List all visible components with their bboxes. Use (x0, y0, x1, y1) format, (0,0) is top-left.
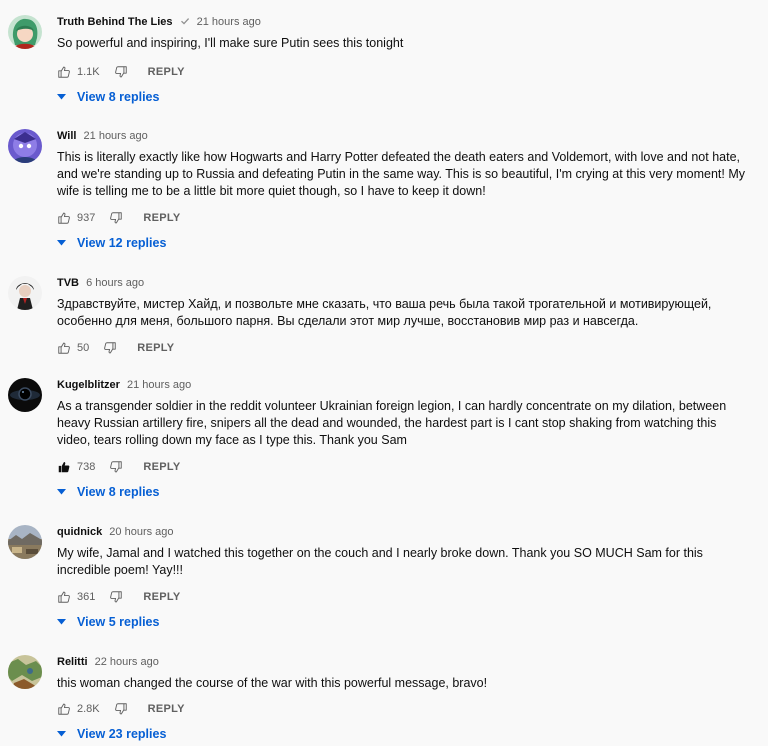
comment: TVB 6 hours ago Здравствуйте, мистер Хай… (0, 276, 768, 366)
comment-timestamp[interactable]: 21 hours ago (127, 379, 191, 391)
caret-down-icon (57, 240, 66, 246)
like-count: 2.8K (77, 703, 100, 715)
comments-list: Truth Behind The Lies 21 hours ago So po… (0, 0, 768, 746)
verified-check-icon (180, 18, 189, 25)
comment-timestamp[interactable]: 6 hours ago (86, 277, 144, 289)
thumbs-down-icon (114, 66, 127, 78)
comment-author[interactable]: quidnick (57, 526, 102, 538)
dislike-button[interactable] (109, 211, 123, 225)
reply-button[interactable]: REPLY (143, 591, 180, 603)
like-button[interactable] (57, 65, 71, 79)
comment-timestamp[interactable]: 20 hours ago (109, 526, 173, 538)
reply-button[interactable]: REPLY (137, 342, 174, 354)
reply-button[interactable]: REPLY (143, 212, 180, 224)
like-count: 738 (77, 461, 96, 473)
comment-timestamp[interactable]: 21 hours ago (84, 130, 148, 142)
thumbs-up-filled-icon (58, 462, 70, 473)
comment-actions: 937 REPLY (57, 210, 181, 226)
comment: Will 21 hours ago This is literally exac… (0, 129, 768, 264)
comment-text: This is literally exactly like how Hogwa… (57, 150, 745, 198)
comment-actions: 361 REPLY (57, 589, 181, 605)
like-count: 50 (77, 342, 90, 354)
view-replies-label: View 8 replies (77, 485, 160, 499)
like-button[interactable] (57, 341, 71, 355)
avatar[interactable] (8, 655, 42, 689)
view-replies-button[interactable]: View 5 replies (57, 614, 159, 630)
thumbs-down-icon (104, 342, 116, 354)
comment-author[interactable]: Will (57, 130, 76, 142)
comment-text: My wife, Jamal and I watched this togeth… (57, 546, 703, 577)
thumbs-up-icon (58, 591, 70, 603)
avatar[interactable] (8, 15, 42, 49)
avatar[interactable] (8, 276, 42, 310)
comment: Kugelblitzer 21 hours ago As a transgend… (0, 378, 768, 513)
comment-actions: 738 REPLY (57, 459, 181, 475)
comment-actions: 50 REPLY (57, 340, 174, 356)
dislike-button[interactable] (109, 590, 123, 604)
view-replies-label: View 8 replies (77, 90, 160, 104)
like-button[interactable] (57, 211, 71, 225)
view-replies-label: View 12 replies (77, 236, 167, 250)
view-replies-button[interactable]: View 23 replies (57, 726, 166, 742)
comment-author[interactable]: Relitti (57, 656, 88, 668)
like-button[interactable] (57, 590, 71, 604)
avatar[interactable] (8, 525, 42, 559)
view-replies-button[interactable]: View 8 replies (57, 89, 159, 105)
thumbs-down-icon (110, 461, 123, 473)
thumbs-down-icon (110, 591, 123, 603)
like-count: 1.1K (77, 66, 100, 78)
comment-text: So powerful and inspiring, I'll make sur… (57, 36, 404, 50)
thumbs-up-icon (58, 66, 70, 78)
comment: Truth Behind The Lies 21 hours ago So po… (0, 15, 768, 115)
comment-timestamp[interactable]: 22 hours ago (95, 656, 159, 668)
comment-actions: 1.1K REPLY (57, 64, 185, 80)
dislike-button[interactable] (114, 702, 128, 716)
caret-down-icon (57, 619, 66, 625)
like-count: 937 (77, 212, 96, 224)
avatar[interactable] (8, 129, 42, 163)
comment-timestamp[interactable]: 21 hours ago (197, 16, 261, 28)
comment-author[interactable]: TVB (57, 277, 79, 289)
like-button-active[interactable] (57, 460, 71, 474)
caret-down-icon (57, 731, 66, 737)
comment-actions: 2.8K REPLY (57, 701, 185, 717)
comment-author[interactable]: Truth Behind The Lies (57, 16, 173, 28)
dislike-button[interactable] (114, 65, 128, 79)
thumbs-down-icon (110, 212, 123, 224)
comment-text: this woman changed the course of the war… (57, 676, 488, 690)
reply-button[interactable]: REPLY (143, 461, 180, 473)
thumbs-up-icon (58, 703, 70, 715)
like-count: 361 (77, 591, 96, 603)
reply-button[interactable]: REPLY (148, 66, 185, 78)
comment-text: Здравствуйте, мистер Хайд, и позвольте м… (57, 297, 712, 328)
caret-down-icon (57, 94, 66, 100)
comment-text: As a transgender soldier in the reddit v… (57, 399, 727, 447)
view-replies-label: View 5 replies (77, 615, 160, 629)
dislike-button[interactable] (103, 341, 117, 355)
view-replies-button[interactable]: View 8 replies (57, 484, 159, 500)
caret-down-icon (57, 489, 66, 495)
comment-author[interactable]: Kugelblitzer (57, 379, 120, 391)
thumbs-up-icon (58, 342, 70, 354)
comment: Relitti 22 hours ago this woman changed … (0, 655, 768, 746)
thumbs-up-icon (58, 212, 70, 224)
view-replies-button[interactable]: View 12 replies (57, 235, 166, 251)
thumbs-down-icon (114, 703, 127, 715)
avatar[interactable] (8, 378, 42, 412)
like-button[interactable] (57, 702, 71, 716)
comment: quidnick 20 hours ago My wife, Jamal and… (0, 525, 768, 637)
dislike-button[interactable] (109, 460, 123, 474)
reply-button[interactable]: REPLY (148, 703, 185, 715)
view-replies-label: View 23 replies (77, 727, 167, 741)
